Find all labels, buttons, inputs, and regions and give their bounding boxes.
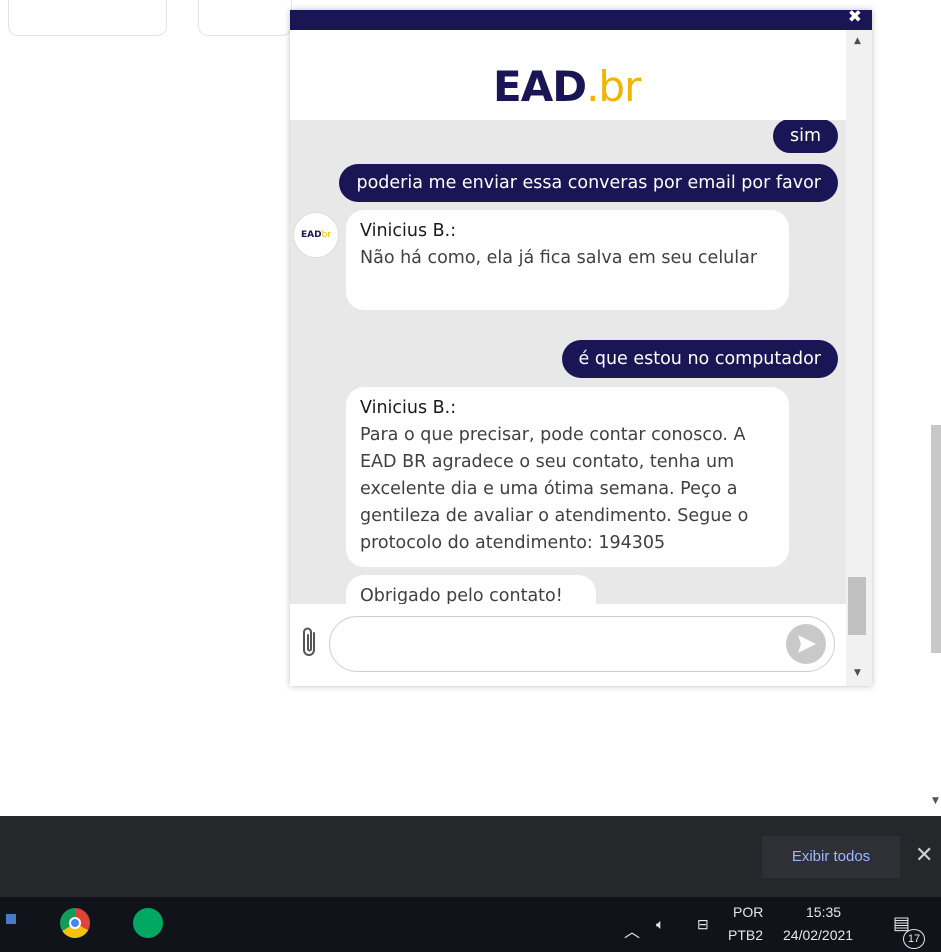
chevron-up-icon[interactable]: ︿ [624, 918, 640, 942]
chat-widget: ✖ EAD.br ▲ ▼ sim poderia me enviar essa … [290, 10, 872, 686]
show-all-button[interactable]: Exibir todos [762, 836, 900, 878]
background-card [8, 0, 167, 36]
outgoing-message: é que estou no computador [561, 340, 838, 378]
clock-time[interactable]: 15:35 [806, 904, 841, 920]
volume-icon[interactable]: 🔈︎ [656, 916, 664, 933]
chat-scrollbar-thumb[interactable] [848, 577, 866, 635]
message-sender: Vinicius B.: [360, 221, 457, 241]
page-scrollbar-thumb[interactable] [931, 425, 941, 653]
network-icon[interactable]: ⊟ [697, 916, 709, 933]
message-text: Para o que precisar, pode contar conosco… [360, 425, 749, 553]
chat-app-icon[interactable] [133, 908, 163, 938]
close-icon[interactable]: ✕ [915, 843, 933, 869]
chat-top-bar: ✖ [290, 10, 872, 30]
notification-count-badge: 17 [903, 929, 925, 949]
agent-avatar: EADbr [293, 212, 339, 258]
chat-composer [290, 604, 846, 686]
paperclip-icon[interactable] [300, 624, 320, 660]
close-icon[interactable]: ✖ [848, 10, 862, 27]
language-indicator[interactable]: POR [733, 904, 763, 920]
message-text: Obrigado pelo contato! [360, 586, 563, 604]
background-card [198, 0, 292, 36]
chat-message-list: sim poderia me enviar essa converas por … [290, 120, 846, 604]
send-icon [798, 635, 816, 653]
incoming-message: Vinicius B.: Para o que precisar, pode c… [346, 387, 789, 567]
message-text: Não há como, ela já fica salva em seu ce… [360, 248, 758, 268]
incoming-message: Obrigado pelo contato! [346, 575, 596, 604]
incoming-message: Vinicius B.: Não há como, ela já fica sa… [346, 210, 789, 310]
message-input[interactable] [329, 616, 835, 672]
chat-header: EAD.br [290, 30, 846, 120]
ead-br-logo: EAD.br [493, 62, 641, 111]
keyboard-layout-indicator[interactable]: PTB2 [728, 927, 763, 943]
page-scroll-down-icon[interactable]: ▼ [932, 796, 939, 806]
message-sender: Vinicius B.: [360, 398, 457, 418]
taskbar-app-icon[interactable] [6, 914, 16, 924]
outgoing-message: poderia me enviar essa converas por emai… [339, 164, 838, 202]
chrome-icon[interactable] [60, 908, 90, 938]
scroll-down-icon[interactable]: ▼ [854, 668, 861, 678]
send-button[interactable] [786, 624, 826, 664]
outgoing-message: sim [772, 120, 838, 153]
scroll-up-icon[interactable]: ▲ [854, 36, 861, 46]
clock-date[interactable]: 24/02/2021 [783, 927, 853, 943]
